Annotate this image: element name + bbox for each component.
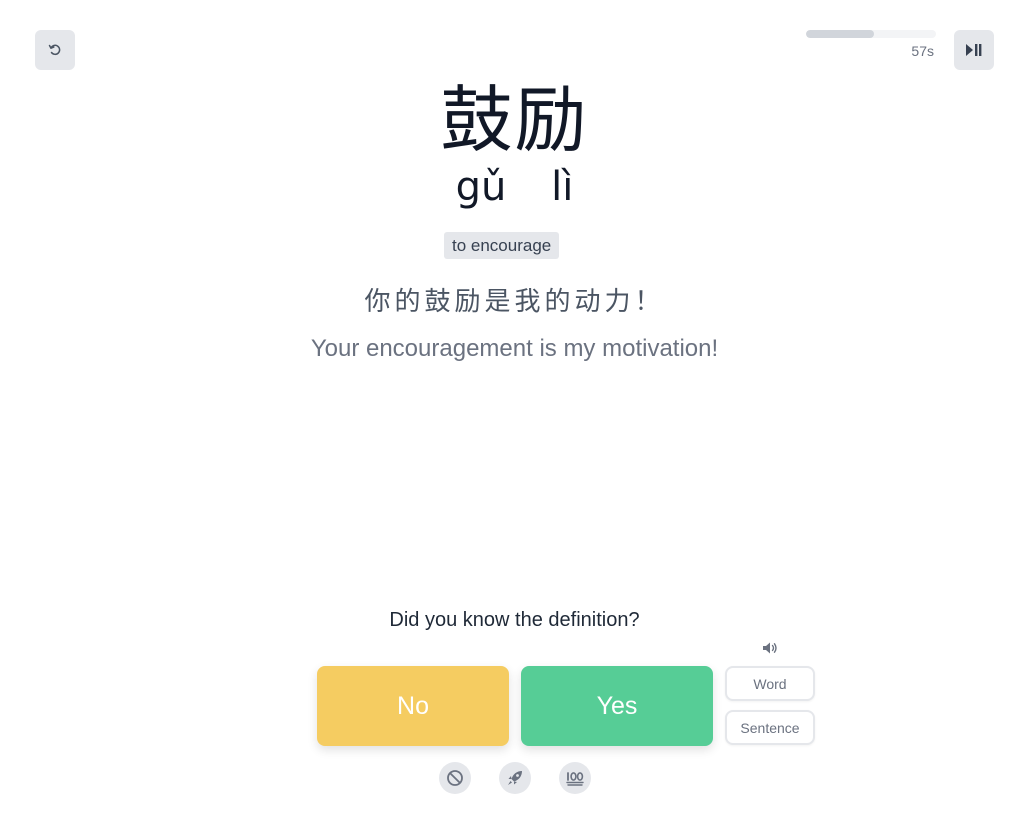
example-sentence-chinese: 你的鼓励是我的动力！ xyxy=(364,287,665,317)
time-progress-fill xyxy=(806,30,874,38)
undo-button[interactable] xyxy=(35,30,75,70)
ban-icon xyxy=(447,770,463,786)
boost-word-button[interactable] xyxy=(499,762,531,794)
yes-button[interactable]: Yes xyxy=(521,666,713,746)
time-progress-bar xyxy=(806,30,936,38)
quiz-question: Did you know the definition? xyxy=(389,609,640,631)
example-sentence-english: Your encouragement is my motivation! xyxy=(310,335,719,362)
play-word-audio-button[interactable]: Word xyxy=(725,666,815,701)
undo-icon xyxy=(48,44,61,55)
rocket-icon xyxy=(508,771,522,785)
play-pause-icon xyxy=(966,44,982,56)
no-button[interactable]: No xyxy=(317,666,509,746)
ignore-word-button[interactable] xyxy=(439,762,471,794)
word-pinyin: gǔ lì xyxy=(455,164,574,210)
sentence-audio-label: Sentence xyxy=(740,719,800,736)
definition-badge: to encourage xyxy=(444,232,560,259)
speaker-icon xyxy=(763,642,777,654)
timer-label: 57s xyxy=(911,43,934,59)
mastered-word-button[interactable] xyxy=(559,762,591,794)
play-pause-button[interactable] xyxy=(954,30,994,70)
no-button-label: No xyxy=(397,691,429,720)
word-audio-label: Word xyxy=(753,675,787,692)
word-hanzi: 鼓励 xyxy=(440,78,589,162)
yes-button-label: Yes xyxy=(596,691,638,720)
play-sentence-audio-button[interactable]: Sentence xyxy=(725,710,815,745)
hundred-icon xyxy=(566,772,584,786)
